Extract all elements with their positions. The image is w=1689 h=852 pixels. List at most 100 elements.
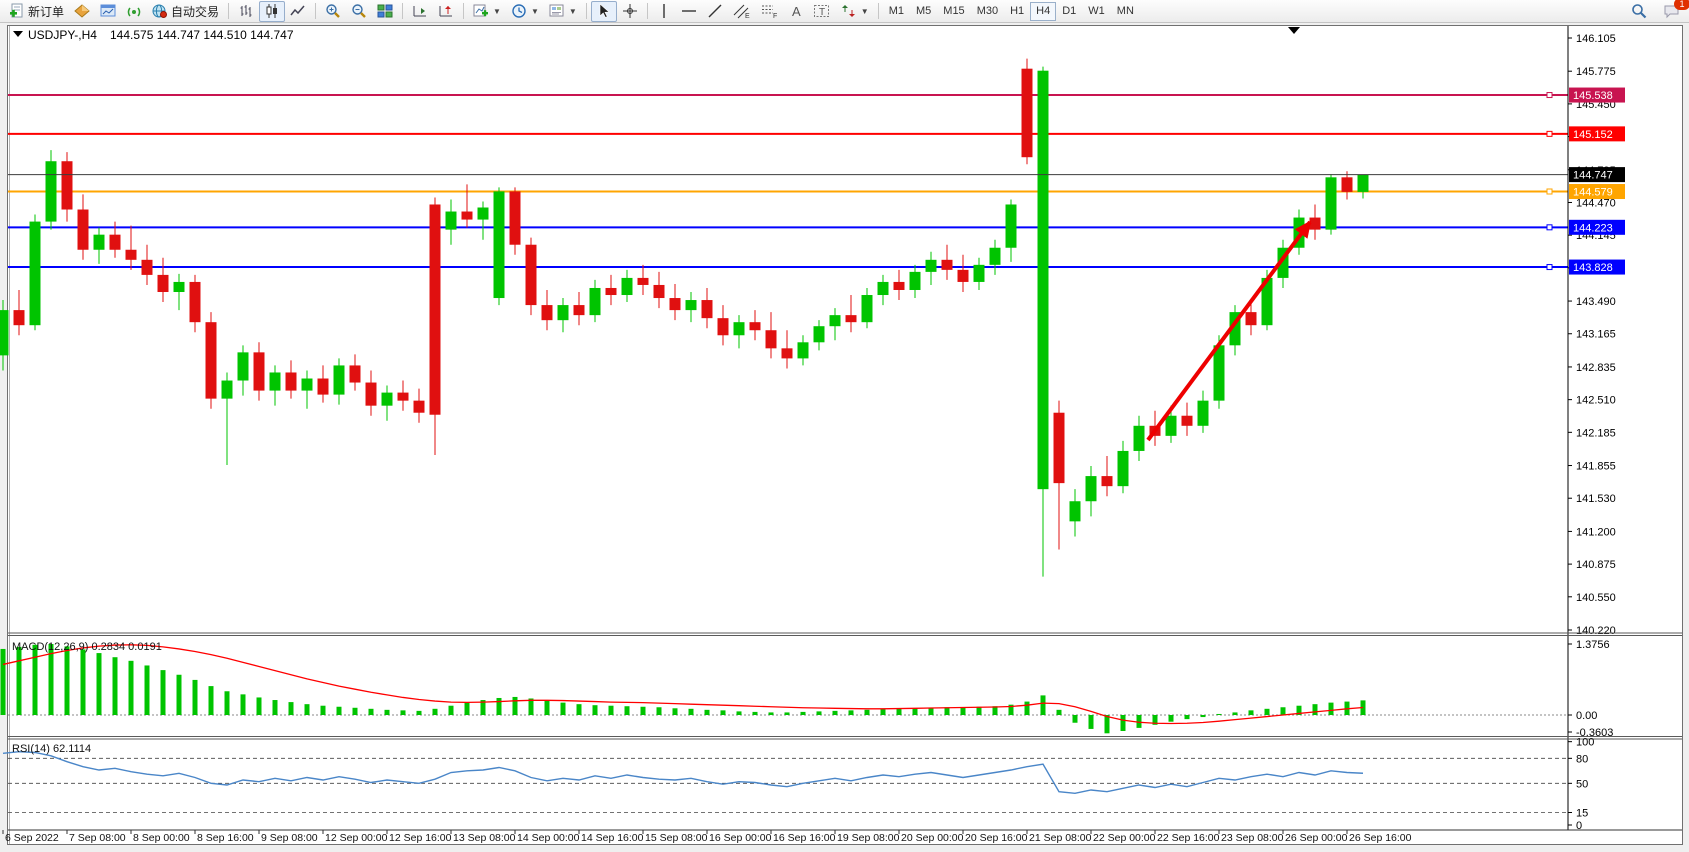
- macd-bar: [769, 712, 774, 715]
- signals-button[interactable]: [121, 1, 147, 22]
- text-a-icon: A: [789, 3, 803, 19]
- search-icon: [1631, 3, 1647, 19]
- horizontal-line-button[interactable]: [676, 1, 702, 22]
- new-order-button[interactable]: 新订单: [4, 1, 69, 22]
- macd-bar: [1185, 715, 1190, 719]
- time-tick-label: 12 Sep 00:00: [325, 832, 388, 844]
- timeframe-m30[interactable]: M30: [971, 2, 1004, 21]
- timeframe-m15[interactable]: M15: [937, 2, 970, 21]
- timeframe-h4[interactable]: H4: [1030, 2, 1056, 21]
- dropdown-caret: ▼: [861, 7, 869, 16]
- indicators-button[interactable]: ▼: [468, 1, 506, 22]
- candle: [446, 212, 457, 230]
- fibonacci-button[interactable]: F: [756, 1, 784, 22]
- notifications-button[interactable]: 1: [1658, 1, 1685, 22]
- time-tick-label: 21 Sep 08:00: [1029, 832, 1092, 844]
- timeframe-h1[interactable]: H1: [1004, 2, 1030, 21]
- zoom-in-button[interactable]: [320, 1, 346, 22]
- macd-bar: [913, 708, 918, 715]
- rsi-tick-label: 50: [1576, 778, 1588, 790]
- dropdown-caret: ▼: [531, 7, 539, 16]
- candle: [606, 288, 617, 295]
- macd-bar: [465, 703, 470, 715]
- candle: [1166, 416, 1177, 436]
- candle: [238, 352, 249, 380]
- zoom-out-button[interactable]: [346, 1, 372, 22]
- candle: [830, 315, 841, 326]
- candle: [558, 305, 569, 320]
- tile-windows-button[interactable]: [372, 1, 398, 22]
- timeframe-m1[interactable]: M1: [883, 2, 910, 21]
- candle: [14, 310, 25, 325]
- toolbar-separator: [647, 3, 648, 19]
- bar-chart-button[interactable]: [233, 1, 259, 22]
- candle: [542, 305, 553, 320]
- time-tick-label: 22 Sep 16:00: [1157, 832, 1220, 844]
- equidistant-channel-button[interactable]: E: [728, 1, 756, 22]
- candle: [46, 161, 57, 221]
- toolbar-separator: [586, 3, 587, 19]
- chart-shift-button[interactable]: [433, 1, 459, 22]
- macd-bar: [977, 707, 982, 715]
- toolbar-separator: [315, 3, 316, 19]
- cursor-button[interactable]: [591, 1, 617, 22]
- candle: [350, 365, 361, 382]
- timeframe-w1[interactable]: W1: [1082, 2, 1111, 21]
- rsi-tick-label: 100: [1576, 737, 1594, 749]
- macd-bar: [593, 705, 598, 715]
- macd-bar: [705, 710, 710, 715]
- template-icon: [549, 3, 565, 19]
- time-tick-label: 23 Sep 08:00: [1221, 832, 1284, 844]
- trendline-button[interactable]: [702, 1, 728, 22]
- macd-bar: [433, 709, 438, 715]
- price-tick-label: 145.775: [1576, 66, 1616, 78]
- market-watch-button[interactable]: [95, 1, 121, 22]
- macd-bar: [241, 694, 246, 715]
- templates-button[interactable]: ▼: [544, 1, 582, 22]
- search-button[interactable]: [1626, 1, 1652, 22]
- macd-label: MACD(12,26,9) 0.2834 0.0191: [12, 641, 162, 653]
- vertical-line-icon: [657, 3, 671, 19]
- arrows-button[interactable]: ▼: [836, 1, 874, 22]
- candle: [718, 318, 729, 335]
- timeframe-m5[interactable]: M5: [910, 2, 937, 21]
- crosshair-button[interactable]: [617, 1, 643, 22]
- candle: [1006, 204, 1017, 247]
- crosshair-icon: [622, 3, 638, 19]
- rsi-tick-label: 80: [1576, 753, 1588, 765]
- time-tick-label: 13 Sep 08:00: [453, 832, 516, 844]
- text-button[interactable]: A: [784, 1, 808, 22]
- macd-bar: [545, 701, 550, 715]
- candlestick-chart-button[interactable]: [259, 1, 285, 22]
- vertical-line-button[interactable]: [652, 1, 676, 22]
- toolbar-separator: [228, 3, 229, 19]
- chart-ohlc: 144.575 144.747 144.510 144.747: [110, 28, 294, 42]
- candle: [1118, 451, 1129, 486]
- candle: [590, 288, 601, 315]
- line-handle: [1547, 189, 1552, 194]
- time-tick-label: 16 Sep 16:00: [773, 832, 836, 844]
- macd-bar: [929, 708, 934, 715]
- candle: [174, 282, 185, 292]
- candle: [526, 245, 537, 305]
- candle: [126, 250, 137, 260]
- macd-bar: [257, 697, 262, 715]
- macd-bar: [1201, 715, 1206, 717]
- auto-trading-button[interactable]: 自动交易: [147, 1, 224, 22]
- time-tick-label: 22 Sep 00:00: [1093, 832, 1156, 844]
- candle: [622, 278, 633, 295]
- text-label-button[interactable]: T: [808, 1, 836, 22]
- timeframe-mn[interactable]: MN: [1111, 2, 1140, 21]
- line-handle: [1547, 265, 1552, 270]
- macd-bar: [737, 711, 742, 715]
- auto-scroll-button[interactable]: [407, 1, 433, 22]
- styler-button[interactable]: [69, 1, 95, 22]
- line-chart-button[interactable]: [285, 1, 311, 22]
- price-level-badge-text: 145.538: [1573, 90, 1613, 102]
- mt4-terminal: 146.105145.775145.450145.125144.795144.4…: [0, 0, 1689, 852]
- time-tick-label: 8 Sep 00:00: [133, 832, 190, 844]
- timeframe-d1[interactable]: D1: [1056, 2, 1082, 21]
- candle: [1070, 501, 1081, 521]
- candle: [782, 348, 793, 358]
- periods-button[interactable]: ▼: [506, 1, 544, 22]
